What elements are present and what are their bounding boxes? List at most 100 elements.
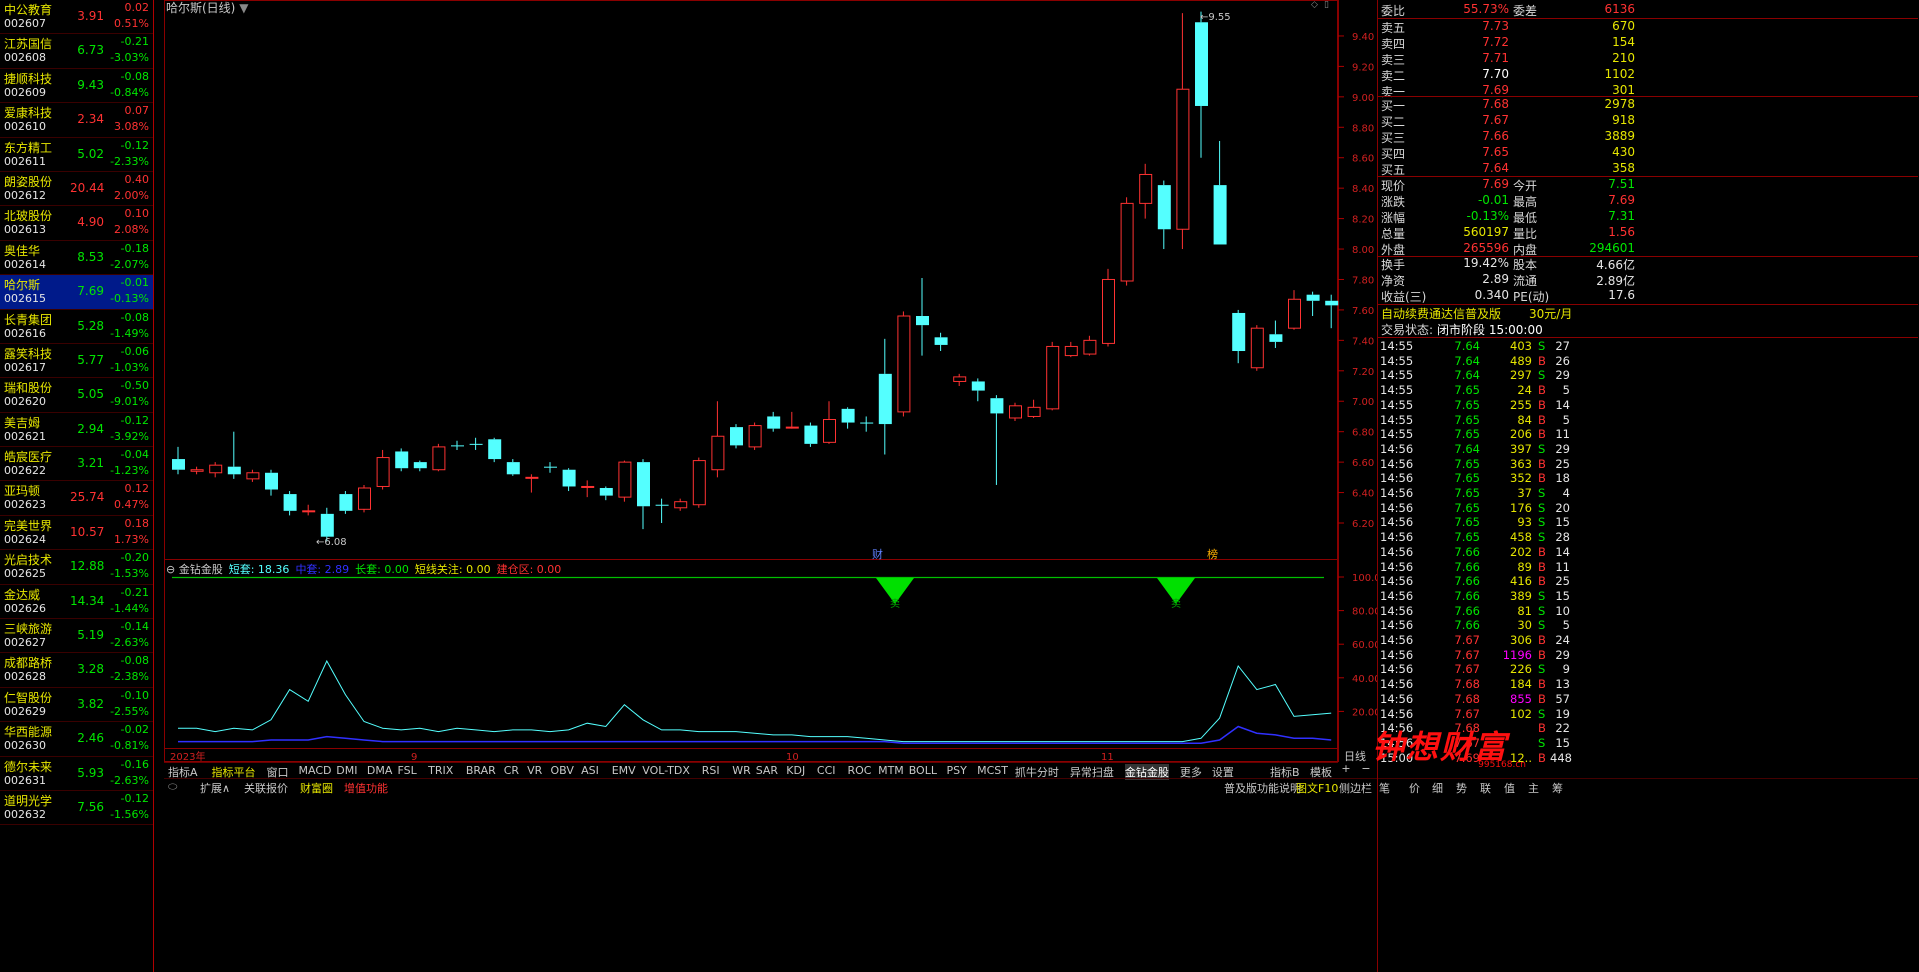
chart-title[interactable]: 哈尔斯(日线) ▼ bbox=[166, 0, 248, 16]
tick-price: 7.64 bbox=[1454, 441, 1480, 456]
tick-count: 5 bbox=[1562, 412, 1570, 427]
indicator-tab[interactable]: DMI bbox=[336, 764, 357, 777]
stock-row[interactable]: 三峡旅游 002627 5.19 -0.14 -2.63% bbox=[0, 619, 153, 654]
side-tab[interactable]: 普及版功能说明 bbox=[1224, 780, 1301, 796]
weibi-value: 55.73% bbox=[1463, 2, 1509, 16]
indicator-tab[interactable]: TRIX bbox=[428, 764, 453, 777]
tick-row: 14:56 7.66 30 S 5 bbox=[1380, 618, 1918, 632]
stock-row[interactable]: 捷顺科技 002609 9.43 -0.08 -0.84% bbox=[0, 69, 153, 104]
stock-row[interactable]: 道明光学 002632 7.56 -0.12 -1.56% bbox=[0, 791, 153, 826]
toggle-icon[interactable]: ⬭ bbox=[168, 780, 177, 794]
bottom-tab[interactable]: 财富圈 bbox=[300, 780, 333, 796]
stock-row[interactable]: 奥佳华 002614 8.53 -0.18 -2.07% bbox=[0, 241, 153, 276]
indicator-tab[interactable]: KDJ bbox=[786, 764, 805, 777]
bottom-tab[interactable]: 增值功能 bbox=[344, 780, 388, 796]
indicator-tab[interactable]: BRAR bbox=[466, 764, 496, 777]
indicator-tab[interactable]: DMA bbox=[367, 764, 393, 777]
indicator-tab[interactable]: ROC bbox=[848, 764, 872, 777]
stock-price: 10.57 bbox=[70, 524, 105, 539]
chart-option-icon[interactable]: ◇ bbox=[1311, 0, 1321, 10]
candle bbox=[1139, 163, 1153, 219]
stock-row[interactable]: 露笑科技 002617 5.77 -0.06 -1.03% bbox=[0, 344, 153, 379]
zoom-in-button[interactable]: + bbox=[1338, 762, 1354, 777]
stock-row[interactable]: 瑞和股份 002620 5.05 -0.50 -9.01% bbox=[0, 378, 153, 413]
stock-row[interactable]: 德尔未来 002631 5.93 -0.16 -2.63% bbox=[0, 757, 153, 791]
stock-row[interactable]: 长青集团 002616 5.28 -0.08 -1.49% bbox=[0, 310, 153, 344]
tick-time: 14:56 bbox=[1380, 530, 1414, 545]
indicator-tab[interactable]: PSY bbox=[947, 764, 967, 777]
indicator-tab[interactable]: RSI bbox=[702, 764, 720, 777]
stock-row[interactable]: 哈尔斯 002615 7.69 -0.01 -0.13% bbox=[0, 275, 153, 310]
stock-row[interactable]: 光启技术 002625 12.88 -0.20 -1.53% bbox=[0, 550, 153, 585]
tick-volume: 30 bbox=[1517, 618, 1532, 633]
rank-marker[interactable]: 榜 bbox=[1207, 547, 1218, 561]
stock-row[interactable]: 北玻股份 002613 4.90 0.10 2.08% bbox=[0, 206, 153, 241]
finance-marker[interactable]: 财 bbox=[872, 547, 883, 561]
stock-code: 002629 bbox=[4, 704, 46, 718]
tick-row: 14:56 7.66 89 B 11 bbox=[1380, 560, 1918, 574]
tick-volume: 403 bbox=[1510, 339, 1532, 353]
period-label[interactable]: 日线 bbox=[1344, 749, 1366, 762]
indicator-tab[interactable]: MTM bbox=[878, 764, 904, 777]
indicator-tab[interactable]: SAR bbox=[756, 764, 778, 777]
stat-label: 涨跌 bbox=[1381, 195, 1406, 209]
indicator-tab[interactable]: VR bbox=[527, 764, 542, 777]
stock-row[interactable]: 成都路桥 002628 3.28 -0.08 -2.38% bbox=[0, 653, 153, 688]
stock-row[interactable]: 仁智股份 002629 3.82 -0.10 -2.55% bbox=[0, 688, 153, 723]
stock-row[interactable]: 华西能源 002630 2.46 -0.02 -0.81% bbox=[0, 722, 153, 757]
candle bbox=[971, 378, 985, 402]
price-tick-label: 7.40 bbox=[1352, 336, 1374, 347]
price-tick-label: 8.00 bbox=[1352, 245, 1374, 256]
bottom-tab[interactable]: 关联报价 bbox=[244, 780, 288, 796]
stock-code: 002628 bbox=[4, 670, 46, 684]
chart-window-icon[interactable]: ▯ bbox=[1324, 0, 1334, 10]
x-axis-label: 9 bbox=[411, 752, 417, 762]
stock-row[interactable]: 爱康科技 002610 2.34 0.07 3.08% bbox=[0, 103, 153, 138]
indicator-tab[interactable]: EMV bbox=[612, 764, 636, 777]
tick-side: S bbox=[1538, 515, 1546, 530]
side-tab[interactable]: 侧边栏 bbox=[1339, 780, 1372, 796]
stock-row[interactable]: 美吉姆 002621 2.94 -0.12 -3.92% bbox=[0, 413, 153, 448]
indicator-value: 建仓区: 0.00 bbox=[496, 563, 562, 576]
tick-row: 14:56 7.67 226 S 9 bbox=[1380, 662, 1918, 676]
quote-row: 委比 55.73% 委差 6136 bbox=[1377, 2, 1918, 18]
bottom-tab[interactable]: 扩展∧ bbox=[200, 780, 230, 796]
indicator-tick-label: 100.0 bbox=[1352, 573, 1377, 584]
stock-row[interactable]: 朗姿股份 002612 20.44 0.40 2.00% bbox=[0, 172, 153, 207]
bid-volume: 2978 bbox=[1604, 97, 1635, 111]
tick-row: 14:56 7.67 102 S 19 bbox=[1380, 707, 1918, 721]
tick-volume: 89 bbox=[1517, 559, 1532, 574]
zoom-out-button[interactable]: − bbox=[1358, 762, 1374, 777]
stock-row[interactable]: 中公教育 002607 3.91 0.02 0.51% bbox=[0, 0, 153, 35]
stock-row[interactable]: 皓宸医疗 002622 3.21 -0.04 -1.23% bbox=[0, 447, 153, 482]
candle bbox=[190, 466, 204, 475]
tick-price: 7.67 bbox=[1454, 706, 1480, 721]
indicator-tab[interactable]: MACD bbox=[299, 764, 332, 777]
indicator-tab[interactable]: CCI bbox=[817, 764, 836, 777]
indicator-tab[interactable]: MCST bbox=[977, 764, 1008, 777]
indicator-collapse-icon[interactable]: ⊖ bbox=[166, 563, 179, 576]
ask-price: 7.69 bbox=[1482, 83, 1509, 97]
side-tab[interactable]: 图文F10 bbox=[1296, 780, 1338, 796]
tick-time: 14:56 bbox=[1380, 588, 1414, 603]
stock-row[interactable]: 完美世界 002624 10.57 0.18 1.73% bbox=[0, 516, 153, 551]
tick-count: 13 bbox=[1555, 677, 1570, 692]
kline-chart[interactable]: 9.40 9.20 9.00 8.80 8.60 8.40 8.20 8.00 7.80 7.60… bbox=[164, 0, 1377, 762]
indicator-tab[interactable]: FSL bbox=[398, 764, 417, 777]
stock-row[interactable]: 东方精工 002611 5.02 -0.12 -2.33% bbox=[0, 138, 153, 172]
indicator-tab[interactable]: BOLL bbox=[909, 764, 937, 777]
indicator-tab[interactable]: WR bbox=[732, 764, 751, 777]
stock-row[interactable]: 亚玛顿 002623 25.74 0.12 0.47% bbox=[0, 481, 153, 516]
stock-name: 中公教育 bbox=[4, 3, 53, 17]
stock-row[interactable]: 金达威 002626 14.34 -0.21 -1.44% bbox=[0, 585, 153, 620]
indicator-tab[interactable]: CR bbox=[504, 764, 519, 777]
tick-count: 24 bbox=[1555, 633, 1570, 647]
stock-name: 亚玛顿 bbox=[4, 484, 41, 499]
indicator-tab[interactable]: VOL-TDX bbox=[642, 764, 690, 777]
candle bbox=[376, 449, 390, 490]
stock-name: 奥佳华 bbox=[4, 243, 41, 258]
indicator-tab[interactable]: ASI bbox=[581, 764, 599, 777]
stock-row[interactable]: 江苏国信 002608 6.73 -0.21 -3.03% bbox=[0, 34, 153, 69]
indicator-tab[interactable]: OBV bbox=[551, 764, 574, 777]
stock-change-pct: -1.56% bbox=[110, 807, 149, 821]
